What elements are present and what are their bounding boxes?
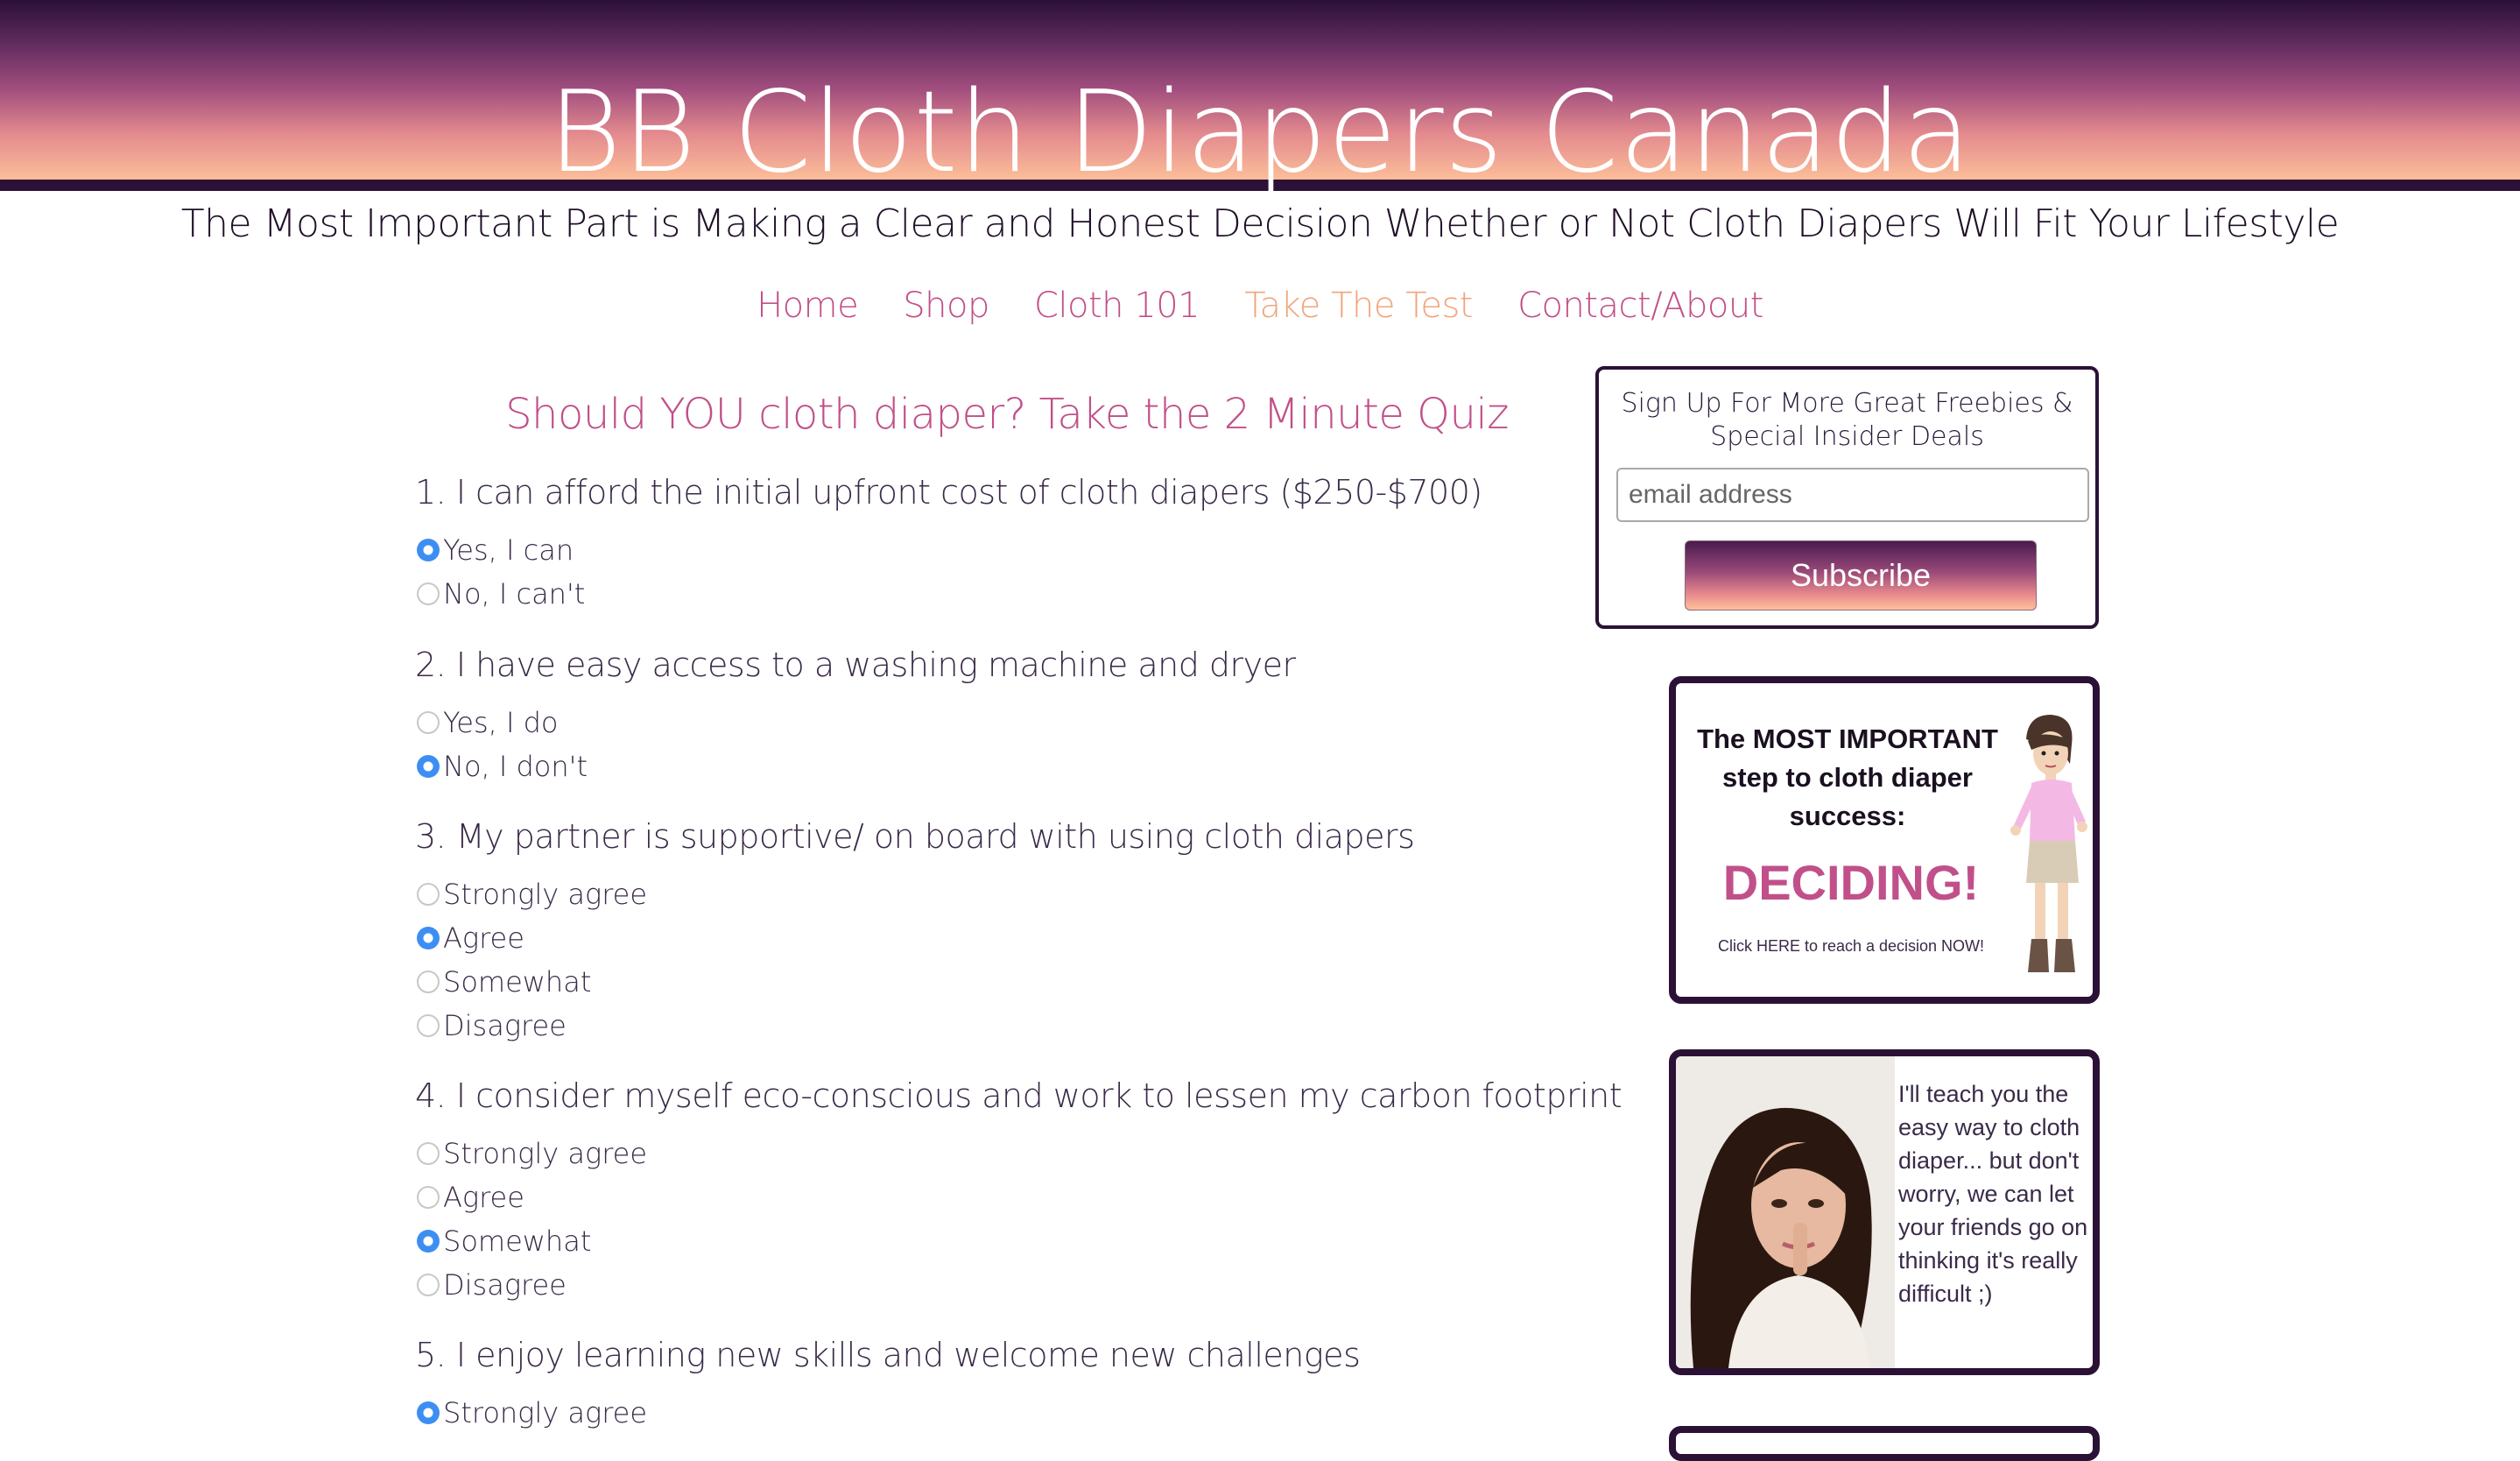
- radio-button[interactable]: [417, 883, 440, 906]
- promo-teach-card[interactable]: I'll teach you the easy way to cloth dia…: [1669, 1049, 2100, 1375]
- radio-button-checked[interactable]: [417, 755, 440, 778]
- option-label: Agree: [443, 1181, 524, 1214]
- radio-button-checked[interactable]: [417, 539, 440, 561]
- radio-button-checked[interactable]: [417, 927, 440, 949]
- option-label: No, I can't: [443, 577, 586, 611]
- option-label: Strongly agree: [443, 878, 648, 911]
- promo-deciding-text: The MOST IMPORTANT step to cloth diaper …: [1697, 723, 1998, 831]
- option-label: Strongly agree: [443, 1137, 648, 1170]
- q2-option-no[interactable]: No, I don't: [417, 747, 588, 786]
- site-tagline: The Most Important Part is Making a Clea…: [180, 201, 2340, 246]
- quiz-title: Should YOU cloth diaper? Take the 2 Minu…: [505, 390, 1509, 439]
- signup-text: Sign Up For More Great Freebies & Specia…: [1621, 388, 2073, 452]
- q3-option-agree[interactable]: Agree: [417, 919, 524, 957]
- option-label: Yes, I can: [443, 533, 574, 567]
- option-label: Strongly agree: [443, 1396, 648, 1429]
- q4-option-disagree[interactable]: Disagree: [417, 1266, 567, 1304]
- radio-button[interactable]: [417, 711, 440, 734]
- nav-home[interactable]: Home: [757, 286, 859, 326]
- cartoon-woman-illustration: [2010, 715, 2087, 972]
- email-input[interactable]: [1616, 468, 2089, 522]
- q4-option-agree[interactable]: Agree: [417, 1178, 524, 1217]
- quiz-question-4: 4. I consider myself eco-conscious and w…: [415, 1076, 1623, 1115]
- option-label: Disagree: [443, 1268, 567, 1302]
- radio-button[interactable]: [417, 1274, 440, 1296]
- nav-shop[interactable]: Shop: [903, 286, 989, 326]
- nav-contact-about[interactable]: Contact/About: [1517, 286, 1763, 326]
- quiz-question-2: 2. I have easy access to a washing machi…: [415, 646, 1296, 684]
- q3-option-disagree[interactable]: Disagree: [417, 1006, 567, 1045]
- quiz-question-5: 5. I enjoy learning new skills and welco…: [415, 1336, 1361, 1374]
- q1-option-no[interactable]: No, I can't: [417, 575, 585, 613]
- site-title[interactable]: BB Cloth Diapers Canada: [0, 63, 2520, 203]
- newsletter-signup-box: Sign Up For More Great Freebies & Specia…: [1595, 366, 2099, 629]
- main-nav: Home Shop Cloth 101 Take The Test Contac…: [0, 286, 2520, 326]
- promo-card-3[interactable]: [1669, 1426, 2100, 1461]
- option-label: Somewhat: [443, 1225, 592, 1258]
- nav-take-the-test[interactable]: Take The Test: [1244, 286, 1473, 326]
- quiz-question-3: 3. My partner is supportive/ on board wi…: [415, 817, 1415, 856]
- q3-option-strongly-agree[interactable]: Strongly agree: [417, 875, 647, 914]
- q2-option-yes[interactable]: Yes, I do: [417, 703, 559, 742]
- radio-button[interactable]: [417, 582, 440, 605]
- promo-deciding-card[interactable]: The MOST IMPORTANT step to cloth diaper …: [1669, 676, 2100, 1004]
- radio-button-checked[interactable]: [417, 1230, 440, 1253]
- nav-cloth-101[interactable]: Cloth 101: [1034, 286, 1200, 326]
- subscribe-button[interactable]: Subscribe: [1685, 540, 2037, 611]
- woman-photo: [1676, 1056, 1895, 1368]
- radio-button-checked[interactable]: [417, 1401, 440, 1424]
- option-label: Disagree: [443, 1009, 567, 1042]
- option-label: Yes, I do: [443, 706, 559, 739]
- radio-button[interactable]: [417, 1142, 440, 1165]
- q3-option-somewhat[interactable]: Somewhat: [417, 963, 591, 1001]
- radio-button[interactable]: [417, 1014, 440, 1037]
- radio-button[interactable]: [417, 970, 440, 993]
- option-label: No, I don't: [443, 750, 588, 783]
- q4-option-somewhat[interactable]: Somewhat: [417, 1222, 591, 1260]
- q1-option-yes[interactable]: Yes, I can: [417, 531, 574, 569]
- option-label: Agree: [443, 921, 524, 955]
- radio-button[interactable]: [417, 1186, 440, 1209]
- promo-teach-text: I'll teach you the easy way to cloth dia…: [1898, 1081, 2088, 1307]
- quiz-question-1: 1. I can afford the initial upfront cost…: [415, 473, 1482, 512]
- q5-option-strongly-agree[interactable]: Strongly agree: [417, 1394, 647, 1432]
- promo-deciding-headline: DECIDING!: [1722, 855, 1980, 910]
- q4-option-strongly-agree[interactable]: Strongly agree: [417, 1134, 647, 1173]
- option-label: Somewhat: [443, 965, 592, 999]
- promo-deciding-cta[interactable]: Click HERE to reach a decision NOW!: [1693, 937, 2009, 956]
